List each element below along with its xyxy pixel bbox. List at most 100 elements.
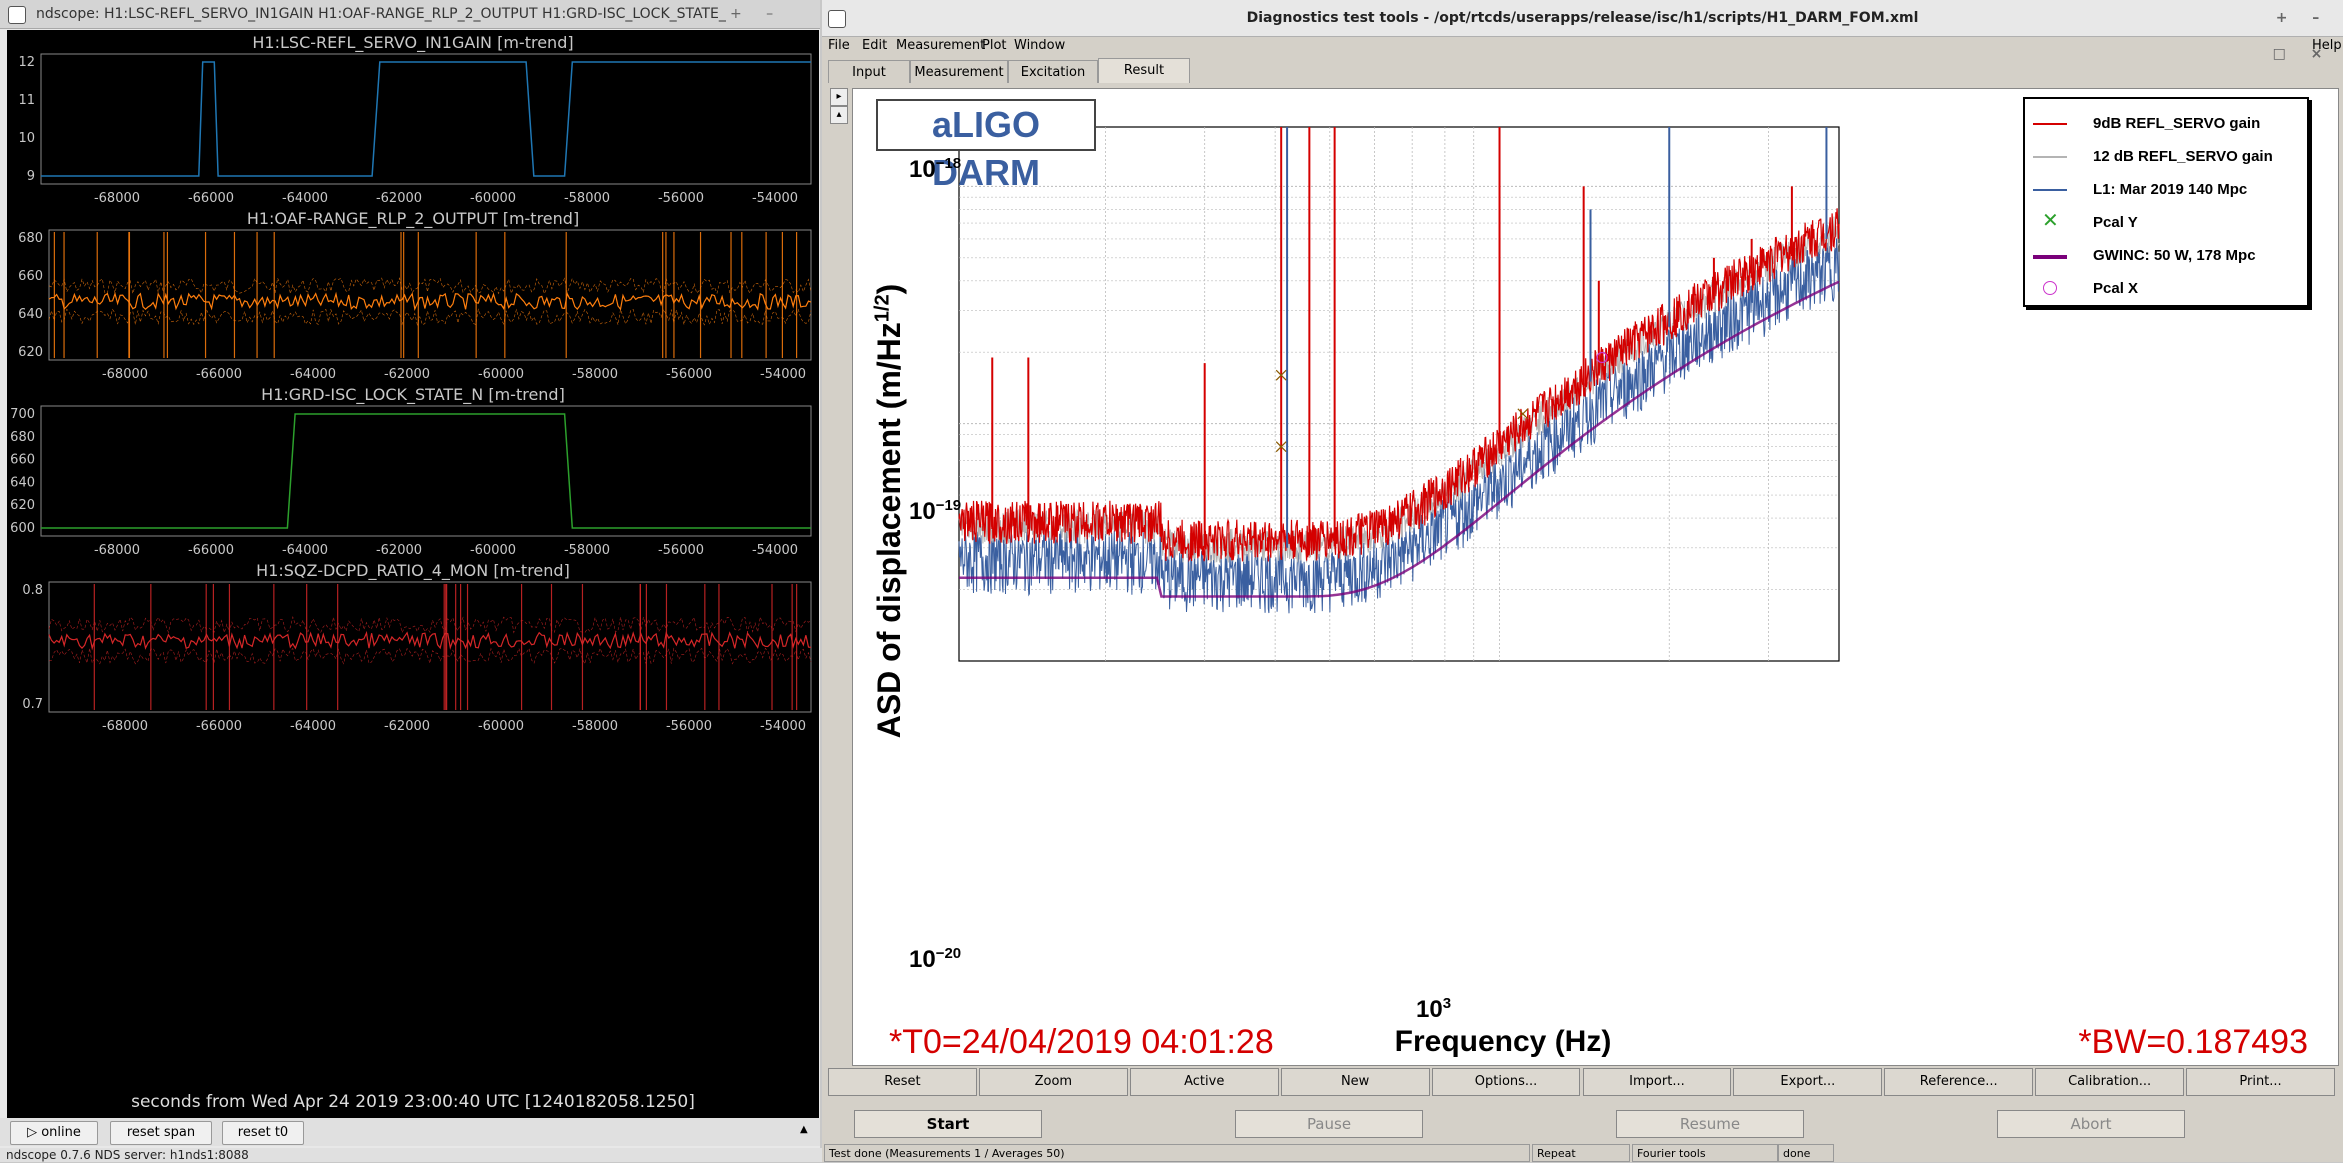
tab-measurement[interactable]: Measurement [910,60,1008,83]
menu-measurement[interactable]: Measurement [896,36,985,56]
y-tick-label: 640 [18,307,43,322]
x-tick-1e3: 103 [1416,995,1452,1023]
legend-label: Pcal X [2093,280,2139,297]
tab-input[interactable]: Input [828,60,910,83]
x-tick-label: -68000 [94,191,140,206]
reset-span-button[interactable]: reset span [110,1121,212,1145]
y-tick-label: 0.7 [22,697,43,712]
ndscope-statusbar: ndscope 0.7.6 NDS server: h1nds1:8088 [0,1148,826,1162]
x-tick-label: -56000 [666,367,712,382]
trace-band [48,647,812,665]
plot-frame [40,405,812,537]
btn-zoom[interactable]: Zoom [978,1068,1128,1096]
y-tick-label: 640 [10,475,35,490]
plot-frame [48,581,812,713]
x-tick-label: -64000 [290,719,336,734]
legend-label: 9dB REFL_SERVO gain [2093,115,2261,132]
btn-active[interactable]: Active [1129,1068,1279,1096]
btn-calibration[interactable]: Calibration... [2035,1068,2185,1096]
plot-title: H1:SQZ-DCPD_RATIO_4_MON [m-trend] [256,561,570,581]
x-tick-label: -58000 [564,543,610,558]
btn-options[interactable]: Options... [1431,1068,1581,1096]
trace-band [48,630,812,651]
status-main: Test done (Measurements 1 / Averages 50) [824,1144,1530,1162]
y-tick-label: 10 [18,131,35,146]
legend-symbol-icon [2033,177,2067,203]
y-tick-label: 600 [10,521,35,536]
ndscope-window: ndscope: H1:LSC-REFL_SERVO_IN1GAIN H1:OA… [0,0,826,1162]
x-tick-label: -62000 [376,543,422,558]
legend-item: 12 dB REFL_SERVO gain [2025,144,2307,172]
x-tick-label: -64000 [290,367,336,382]
legend-item: ✕ Pcal Y [2025,208,2307,238]
abort-button[interactable]: Abort [1997,1110,2185,1138]
start-button[interactable]: Start [854,1110,1042,1138]
x-tick-label: -66000 [188,191,234,206]
x-tick-label: -62000 [384,367,430,382]
x-tick-label: -56000 [658,191,704,206]
x-tick-label: -66000 [196,719,242,734]
x-tick-label: -66000 [196,367,242,382]
reset-t0-button[interactable]: reset t0 [222,1121,304,1145]
legend-item: 9dB REFL_SERVO gain [2025,111,2307,139]
x-tick-label: -56000 [666,719,712,734]
legend-symbol-icon [2033,243,2067,269]
x-tick-label: -54000 [752,543,798,558]
x-tick-label: -68000 [102,719,148,734]
y-tick-label: 660 [10,453,35,468]
btn-reset[interactable]: Reset [828,1068,977,1096]
expand-up-icon[interactable]: ▴ [830,106,848,124]
menu-window[interactable]: Window [1014,36,1065,56]
x-tick-label: -54000 [760,719,806,734]
btn-print[interactable]: Print... [2186,1068,2335,1096]
tab-excitation[interactable]: Excitation [1008,60,1098,83]
menu-plot[interactable]: Plot [982,36,1007,56]
x-tick-label: -54000 [752,191,798,206]
tab-result[interactable]: Result [1098,58,1190,83]
y-tick-label: 700 [10,407,35,422]
x-tick-label: -60000 [470,191,516,206]
x-tick-label: -62000 [384,719,430,734]
y-tick-label: 620 [10,498,35,513]
legend-item: L1: Mar 2019 140 Mpc [2025,177,2307,205]
y-tick-label: 680 [10,430,35,445]
btn-import[interactable]: Import... [1582,1068,1732,1096]
menu-file[interactable]: File [828,36,850,56]
resume-button[interactable]: Resume [1616,1110,1804,1138]
plot-title: H1:LSC-REFL_SERVO_IN1GAIN [m-trend] [252,33,573,53]
btn-new[interactable]: New [1280,1068,1430,1096]
menu-help[interactable]: Help [2312,36,2342,56]
legend-symbol-icon [2033,111,2067,137]
x-tick-label: -60000 [478,367,524,382]
y-tick-1e-18: 10−18 [909,155,962,183]
y-tick-label: 0.8 [22,583,43,598]
status-done: done [1778,1144,1834,1162]
btn-export[interactable]: Export... [1733,1068,1883,1096]
dtt-statusbar: Test done (Measurements 1 / Averages 50)… [822,1144,2343,1162]
x-tick-label: -64000 [282,191,328,206]
ndscope-plot-canvas[interactable]: H1:LSC-REFL_SERVO_IN1GAIN [m-trend] 12 11 1… [7,30,819,1118]
run-button-row: Start Pause Resume Abort [822,1108,2343,1142]
y-tick-label: 680 [18,231,43,246]
ndscope-app-icon [8,6,26,24]
menu-edit[interactable]: Edit [862,36,887,56]
x-tick-label: -68000 [94,543,140,558]
x-tick-label: -68000 [102,367,148,382]
legend-symbol-icon [2033,276,2067,302]
collapse-arrow-icon[interactable]: ▲ [800,1124,808,1135]
y-tick-label: 11 [18,93,35,108]
ndscope-time-reference: seconds from Wed Apr 24 2019 23:00:40 UT… [7,1088,819,1116]
expand-right-icon[interactable]: ▸ [830,88,848,106]
y-tick-label: 620 [18,345,43,360]
trace-refl-servo-gain [41,61,811,177]
x-tick-label: -60000 [470,543,516,558]
legend-label: L1: Mar 2019 140 Mpc [2093,181,2248,198]
x-tick-label: -64000 [282,543,328,558]
pause-button[interactable]: Pause [1235,1110,1423,1138]
dtt-app-icon [828,10,846,28]
darm-plot-panel[interactable]: aLIGO DARM ASD of displacement (m/Hz1/2)… [852,88,2339,1066]
plot-banner: aLIGO DARM [876,99,1096,193]
legend-label: Pcal Y [2093,214,2138,231]
online-button[interactable]: ▷ online [10,1121,98,1145]
btn-reference[interactable]: Reference... [1884,1068,2034,1096]
